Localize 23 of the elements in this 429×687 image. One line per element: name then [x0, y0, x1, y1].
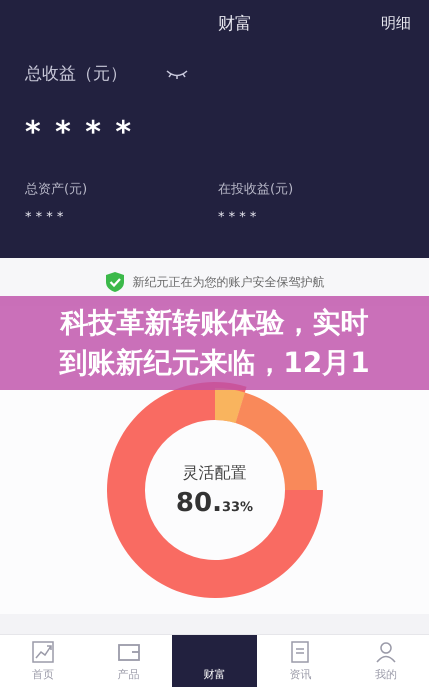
headline-text: 到账新纪元来临，12月1	[59, 345, 370, 381]
nav-tab[interactable]: 资讯	[257, 635, 344, 687]
trend-chart-icon	[32, 640, 54, 662]
nav-tab[interactable]: 财富	[172, 635, 258, 687]
nav-tab[interactable]: 首页	[0, 635, 86, 687]
security-note: 新纪元正在为您的账户安全保驾护航	[132, 274, 324, 290]
allocation-label: 灵活配置	[182, 462, 246, 484]
detail-link[interactable]: 明细	[381, 14, 411, 32]
eye-closed-icon[interactable]	[165, 68, 189, 80]
stat-label: 总资产(元)	[25, 181, 88, 198]
document-icon	[289, 640, 312, 662]
income-value: * * * *	[25, 115, 134, 150]
page-title: 财富	[218, 12, 252, 34]
shield-check-icon	[104, 271, 124, 293]
allocation-value: 80.33%	[176, 488, 254, 518]
stat-value: * * * *	[25, 210, 64, 225]
nav-tab[interactable]: 我的	[343, 635, 429, 687]
stat-label: 在投收益(元)	[218, 181, 294, 198]
stat-value: * * * *	[218, 210, 258, 225]
nav-tab[interactable]: 产品	[86, 635, 172, 687]
headline-text: 科技革新转账体验，实时	[60, 305, 368, 341]
person-icon	[375, 640, 398, 662]
income-label: 总收益（元）	[25, 63, 127, 85]
